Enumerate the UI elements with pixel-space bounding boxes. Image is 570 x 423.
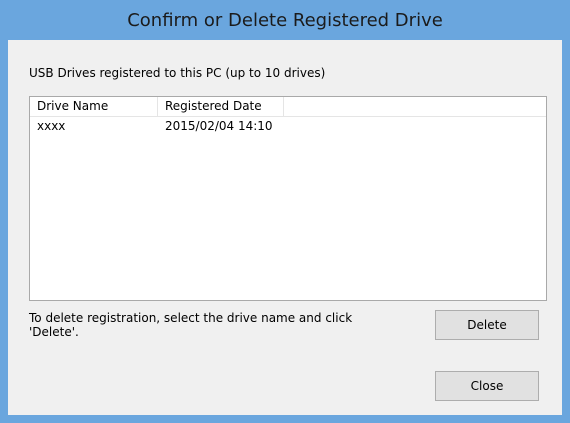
delete-instruction-text: To delete registration, select the drive…	[29, 311, 353, 339]
dialog-window: Confirm or Delete Registered Drive USB D…	[0, 0, 570, 423]
registered-drives-list[interactable]: Drive Name Registered Date xxxx 2015/02/…	[29, 96, 547, 301]
title-bar[interactable]: Confirm or Delete Registered Drive	[0, 0, 570, 40]
delete-button[interactable]: Delete	[435, 310, 539, 340]
column-header-registered-date[interactable]: Registered Date	[158, 97, 284, 116]
list-item[interactable]: xxxx 2015/02/04 14:10	[30, 118, 546, 135]
drive-name-cell: xxxx	[37, 119, 66, 133]
list-header: Drive Name Registered Date	[30, 97, 546, 117]
window-title: Confirm or Delete Registered Drive	[127, 9, 443, 31]
close-button[interactable]: Close	[435, 371, 539, 401]
registered-date-cell: 2015/02/04 14:10	[165, 119, 273, 133]
column-header-drive-name[interactable]: Drive Name	[30, 97, 158, 116]
registered-drives-caption: USB Drives registered to this PC (up to …	[29, 66, 326, 80]
dialog-body: USB Drives registered to this PC (up to …	[8, 40, 562, 415]
